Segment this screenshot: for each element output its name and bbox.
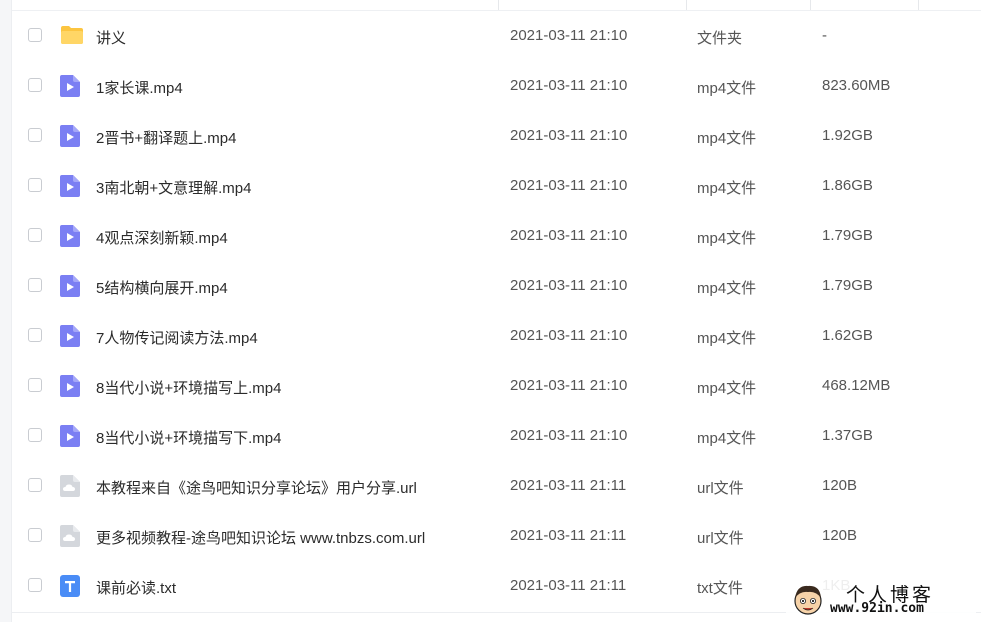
file-row[interactable]: 更多视频教程-途鸟吧知识论坛 www.tnbzs.com.url 2021-03-… [12, 511, 981, 561]
file-name[interactable]: 课前必读.txt [96, 577, 176, 598]
file-date: 2021-03-11 21:10 [510, 377, 628, 394]
video-file-icon [60, 75, 80, 97]
file-name[interactable]: 4观点深刻新颖.mp4 [96, 227, 228, 248]
row-checkbox[interactable] [28, 128, 42, 142]
file-name[interactable]: 7人物传记阅读方法.mp4 [96, 327, 258, 348]
file-name[interactable]: 8当代小说+环境描写上.mp4 [96, 377, 281, 398]
header-divider [918, 0, 919, 10]
file-type: mp4文件 [697, 430, 757, 447]
url-file-icon [60, 525, 80, 547]
file-date: 2021-03-11 21:11 [510, 477, 627, 494]
file-type: url文件 [697, 530, 744, 547]
file-date: 2021-03-11 21:10 [510, 177, 628, 194]
file-date: 2021-03-11 21:11 [510, 577, 627, 594]
file-type: mp4文件 [697, 330, 757, 347]
file-name[interactable]: 本教程来自《途鸟吧知识分享论坛》用户分享.url [96, 477, 417, 498]
file-size: 120B [822, 477, 858, 494]
file-type: 文件夹 [697, 30, 743, 47]
file-date: 2021-03-11 21:11 [510, 527, 627, 544]
column-header-strip [12, 0, 981, 11]
file-date: 2021-03-11 21:10 [510, 427, 628, 444]
file-size: 1.37GB [822, 427, 873, 444]
file-date: 2021-03-11 21:10 [510, 327, 628, 344]
file-size: 1.92GB [822, 127, 873, 144]
txt-file-icon [60, 575, 80, 597]
row-checkbox[interactable] [28, 528, 42, 542]
file-row[interactable]: 2晋书+翻译题上.mp4 2021-03-11 21:10 mp4文件 1.92GB [12, 111, 981, 161]
file-type: txt文件 [697, 580, 743, 597]
file-date: 2021-03-11 21:10 [510, 127, 628, 144]
file-row[interactable]: 7人物传记阅读方法.mp4 2021-03-11 21:10 mp4文件 1.62GB [12, 311, 981, 361]
file-row[interactable]: 5结构横向展开.mp4 2021-03-11 21:10 mp4文件 1.79GB [12, 261, 981, 311]
header-divider [498, 0, 499, 10]
video-file-icon [60, 175, 80, 197]
cartoon-face-logo [794, 585, 822, 615]
video-file-icon [60, 425, 80, 447]
row-checkbox[interactable] [28, 28, 42, 42]
row-checkbox[interactable] [28, 378, 42, 392]
file-type: url文件 [697, 480, 744, 497]
file-row[interactable]: 4观点深刻新颖.mp4 2021-03-11 21:10 mp4文件 1.79GB [12, 211, 981, 261]
row-checkbox[interactable] [28, 428, 42, 442]
row-checkbox[interactable] [28, 78, 42, 92]
row-checkbox[interactable] [28, 328, 42, 342]
watermark: 个人博客 www.92in.com [786, 578, 976, 622]
file-size: 468.12MB [822, 377, 891, 394]
file-name[interactable]: 5结构横向展开.mp4 [96, 277, 228, 298]
file-row[interactable]: 8当代小说+环境描写上.mp4 2021-03-11 21:10 mp4文件 468.… [12, 361, 981, 411]
row-checkbox[interactable] [28, 178, 42, 192]
video-file-icon [60, 125, 80, 147]
folder-icon [60, 25, 83, 47]
watermark-url: www.92in.com [830, 601, 924, 616]
file-size: 1.86GB [822, 177, 873, 194]
file-size: 823.60MB [822, 77, 891, 94]
file-row[interactable]: 讲义 2021-03-11 21:10 文件夹 - [12, 11, 981, 61]
file-date: 2021-03-11 21:10 [510, 77, 628, 94]
file-type: mp4文件 [697, 230, 757, 247]
file-name[interactable]: 3南北朝+文意理解.mp4 [96, 177, 251, 198]
file-type: mp4文件 [697, 180, 757, 197]
row-checkbox[interactable] [28, 228, 42, 242]
video-file-icon [60, 275, 80, 297]
file-date: 2021-03-11 21:10 [510, 27, 628, 44]
video-file-icon [60, 225, 80, 247]
header-divider [810, 0, 811, 10]
url-file-icon [60, 475, 80, 497]
file-size: 120B [822, 527, 858, 544]
file-row[interactable]: 3南北朝+文意理解.mp4 2021-03-11 21:10 mp4文件 1.86GB [12, 161, 981, 211]
file-name[interactable]: 更多视频教程-途鸟吧知识论坛 www.tnbzs.com.url [96, 527, 425, 548]
video-file-icon [60, 375, 80, 397]
file-list: 讲义 2021-03-11 21:10 文件夹 - 1家长课.mp4 2021-03-11… [12, 11, 981, 611]
file-type: mp4文件 [697, 280, 757, 297]
file-name[interactable]: 1家长课.mp4 [96, 77, 183, 98]
file-row[interactable]: 本教程来自《途鸟吧知识分享论坛》用户分享.url 2021-03-11 21:11… [12, 461, 981, 511]
video-file-icon [60, 325, 80, 347]
file-row[interactable]: 1家长课.mp4 2021-03-11 21:10 mp4文件 823.60MB [12, 61, 981, 111]
file-type: mp4文件 [697, 80, 757, 97]
file-name[interactable]: 8当代小说+环境描写下.mp4 [96, 427, 281, 448]
row-checkbox[interactable] [28, 278, 42, 292]
row-checkbox[interactable] [28, 578, 42, 592]
file-name[interactable]: 2晋书+翻译题上.mp4 [96, 127, 236, 148]
file-date: 2021-03-11 21:10 [510, 277, 628, 294]
file-name[interactable]: 讲义 [96, 27, 126, 48]
file-size: 1.79GB [822, 277, 873, 294]
file-size: - [822, 27, 827, 44]
file-size: 1.62GB [822, 327, 873, 344]
file-type: mp4文件 [697, 380, 757, 397]
file-date: 2021-03-11 21:10 [510, 227, 628, 244]
file-row[interactable]: 8当代小说+环境描写下.mp4 2021-03-11 21:10 mp4文件 1.37… [12, 411, 981, 461]
row-checkbox[interactable] [28, 478, 42, 492]
file-type: mp4文件 [697, 130, 757, 147]
file-size: 1.79GB [822, 227, 873, 244]
left-panel-edge [0, 0, 12, 622]
header-divider [686, 0, 687, 10]
